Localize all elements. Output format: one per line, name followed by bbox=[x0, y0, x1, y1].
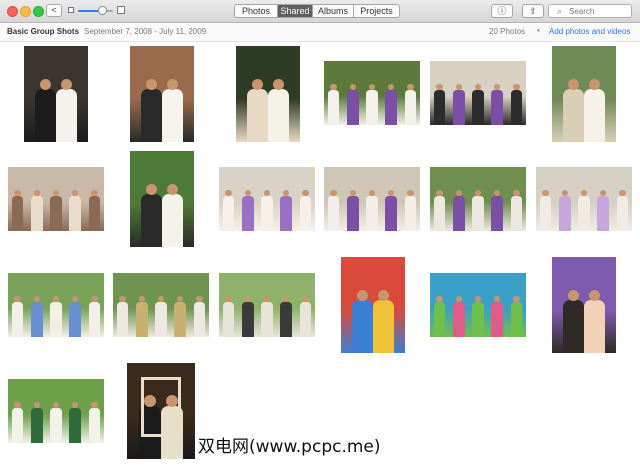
photo-thumbnail-7[interactable] bbox=[8, 167, 104, 231]
photo-thumbnail-11[interactable] bbox=[430, 167, 526, 231]
photo-thumbnail-8[interactable] bbox=[130, 151, 194, 247]
view-segmented-control: Photos Shared Albums Projects bbox=[234, 4, 400, 18]
info-button[interactable]: ⓘ bbox=[491, 4, 513, 18]
back-button[interactable]: < bbox=[46, 4, 62, 17]
close-window-button[interactable] bbox=[7, 6, 18, 17]
tab-projects[interactable]: Projects bbox=[354, 5, 399, 17]
photo-thumbnail-16[interactable] bbox=[341, 257, 405, 353]
photo-thumbnail-5[interactable] bbox=[430, 61, 526, 125]
photo-thumbnail-12[interactable] bbox=[536, 167, 632, 231]
fullscreen-window-button[interactable] bbox=[33, 6, 44, 17]
photo-thumbnail-14[interactable] bbox=[113, 273, 209, 337]
photo-thumbnail-18[interactable] bbox=[552, 257, 616, 353]
photo-thumbnail-9[interactable] bbox=[219, 167, 315, 231]
photo-thumbnail-6[interactable] bbox=[552, 46, 616, 142]
tab-albums[interactable]: Albums bbox=[313, 5, 354, 17]
zoom-slider[interactable] bbox=[78, 6, 113, 15]
photo-thumbnail-3[interactable] bbox=[236, 46, 300, 142]
toolbar: < Photos Shared Albums Projects ⓘ ⇧ ⌕ bbox=[0, 0, 640, 23]
photo-thumbnail-19[interactable] bbox=[8, 379, 104, 443]
photo-thumbnail-4[interactable] bbox=[324, 61, 420, 125]
zoom-in-icon[interactable] bbox=[117, 6, 125, 14]
minimize-window-button[interactable] bbox=[20, 6, 31, 17]
tab-shared[interactable]: Shared bbox=[278, 5, 313, 17]
album-date-range: September 7, 2008 - July 11, 2009 bbox=[84, 27, 207, 36]
photo-thumbnail-17[interactable] bbox=[430, 273, 526, 337]
search-field[interactable]: ⌕ bbox=[548, 4, 632, 18]
header-separator: • bbox=[537, 26, 540, 35]
zoom-slider-knob[interactable] bbox=[97, 6, 107, 15]
tab-photos[interactable]: Photos bbox=[235, 5, 278, 17]
search-input[interactable] bbox=[569, 6, 625, 16]
photo-count: 20 Photos bbox=[489, 27, 526, 36]
photo-thumbnail-1[interactable] bbox=[24, 46, 88, 142]
watermark: 双电网(www.pcpc.me) bbox=[198, 437, 381, 457]
album-header: Basic Group Shots September 7, 2008 - Ju… bbox=[0, 23, 640, 42]
album-title: Basic Group Shots bbox=[7, 27, 80, 36]
share-button[interactable]: ⇧ bbox=[522, 4, 544, 18]
photo-thumbnail-2[interactable] bbox=[130, 46, 194, 142]
photo-thumbnail-15[interactable] bbox=[219, 273, 315, 337]
photo-thumbnail-13[interactable] bbox=[8, 273, 104, 337]
photo-thumbnail-10[interactable] bbox=[324, 167, 420, 231]
search-icon: ⌕ bbox=[557, 6, 563, 16]
zoom-out-icon[interactable] bbox=[68, 7, 74, 13]
photo-thumbnail-20[interactable] bbox=[127, 363, 195, 459]
add-photos-link[interactable]: Add photos and videos bbox=[549, 27, 630, 36]
